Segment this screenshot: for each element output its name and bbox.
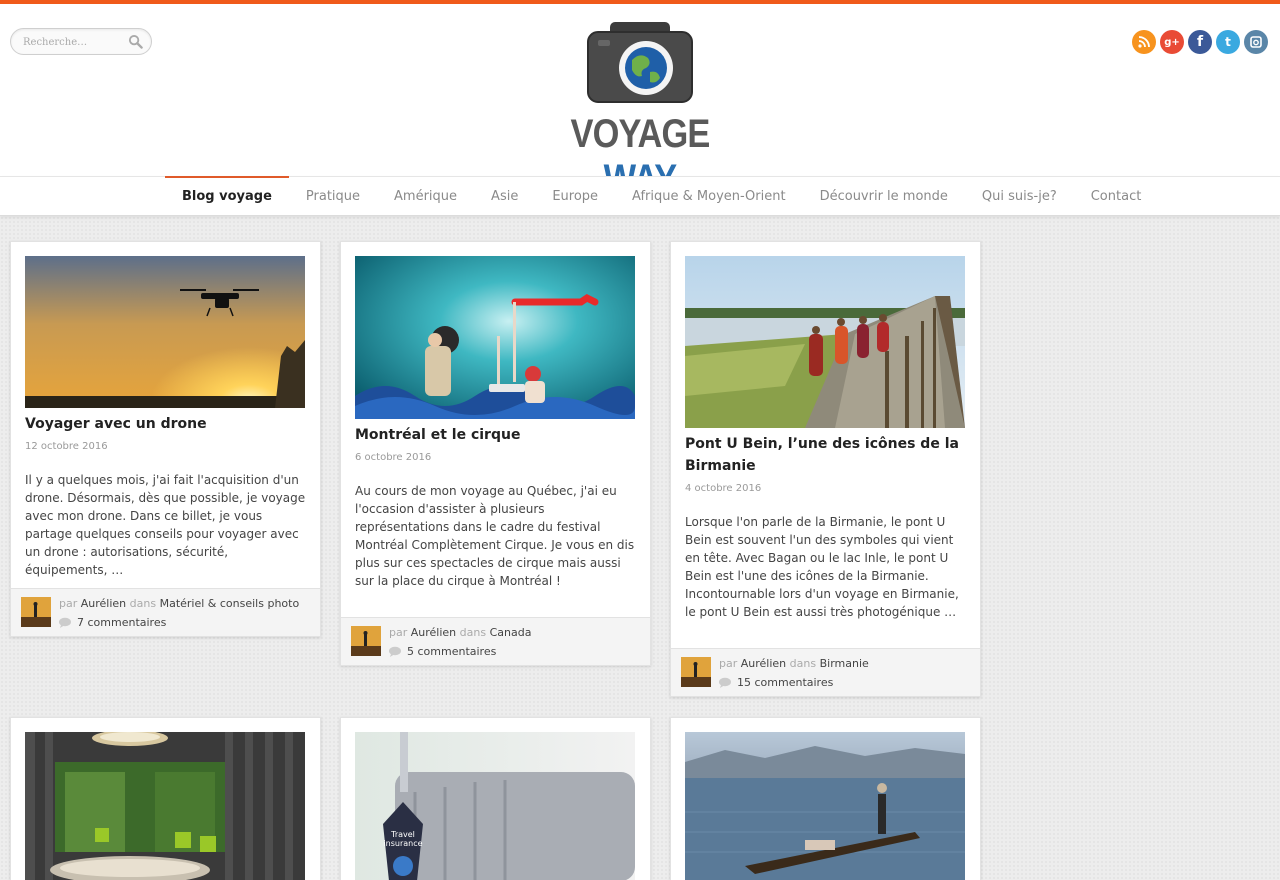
comments-link[interactable]: 7 commentaires [59, 616, 166, 629]
search-input[interactable] [23, 35, 131, 49]
nav-item-blog-voyage[interactable]: Blog voyage [165, 176, 289, 217]
post-image-inle-fisherman[interactable] [685, 732, 965, 880]
author-avatar[interactable] [21, 597, 51, 627]
nav-item-afrique-moyen-orient[interactable]: Afrique & Moyen-Orient [615, 177, 803, 217]
post-card: Montréal et le cirque 6 octobre 2016 Au … [340, 241, 651, 666]
comment-bubble-icon [59, 617, 71, 628]
post-card: Pont U Bein, l’une des icônes de la Birm… [670, 241, 981, 697]
comments-count: 7 commentaires [77, 616, 167, 629]
twitter-icon[interactable]: t [1216, 30, 1240, 54]
social-links: g+ f t [1132, 30, 1268, 54]
search-icon[interactable] [128, 34, 143, 49]
post-meta: par Aurélien dans Birmanie 15 commentair… [671, 648, 980, 696]
post-image-u-bein-bridge[interactable] [685, 256, 965, 428]
site-header: VOYAGE WAY g+ f t [0, 4, 1280, 201]
post-excerpt: Lorsque l'on parle de la Birmanie, le po… [685, 515, 959, 619]
byline-in: dans [129, 597, 157, 610]
comments-link[interactable]: 15 commentaires [719, 676, 833, 689]
post-byline: par Aurélien dans Matériel & conseils ph… [59, 597, 299, 610]
byline-in: dans [459, 626, 487, 639]
comments-link[interactable]: 5 commentaires [389, 645, 496, 658]
post-date: 12 octobre 2016 [25, 441, 108, 452]
post-excerpt: Au cours de mon voyage au Québec, j'ai e… [355, 484, 635, 588]
comments-count: 15 commentaires [737, 676, 834, 689]
search-box[interactable] [10, 28, 152, 55]
post-image-hotel-jacuzzi[interactable] [25, 732, 305, 880]
post-byline: par Aurélien dans Canada [389, 626, 531, 639]
nav-item-amerique[interactable]: Amérique [377, 177, 474, 217]
nav-item-contact[interactable]: Contact [1074, 177, 1159, 217]
instagram-icon[interactable] [1244, 30, 1268, 54]
category-link[interactable]: Birmanie [820, 657, 869, 670]
post-byline: par Aurélien dans Birmanie [719, 657, 869, 670]
insurance-tag-label: Travel insurance [383, 830, 423, 848]
post-card [10, 717, 321, 880]
post-excerpt: Il y a quelques mois, j'ai fait l'acquis… [25, 473, 306, 577]
post-title[interactable]: Montréal et le cirque [355, 424, 635, 446]
comment-bubble-icon [719, 677, 731, 688]
facebook-icon[interactable]: f [1188, 30, 1212, 54]
comment-bubble-icon [389, 646, 401, 657]
nav-item-pratique[interactable]: Pratique [289, 177, 377, 217]
author-link[interactable]: Aurélien [81, 597, 126, 610]
camera-globe-icon [587, 22, 693, 103]
author-link[interactable]: Aurélien [741, 657, 786, 670]
post-meta: par Aurélien dans Canada 5 commentaires [341, 617, 650, 665]
byline-prefix: par [389, 626, 408, 639]
nav-item-decouvrir-le-monde[interactable]: Découvrir le monde [803, 177, 965, 217]
logo-word-voyage: VOYAGE [570, 112, 711, 156]
byline-prefix: par [59, 597, 78, 610]
post-meta: par Aurélien dans Matériel & conseils ph… [11, 588, 320, 636]
category-link[interactable]: Canada [490, 626, 532, 639]
nav-item-qui-suis-je[interactable]: Qui suis-je? [965, 177, 1074, 217]
comments-count: 5 commentaires [407, 645, 497, 658]
main-nav: Blog voyage Pratique Amérique Asie Europ… [0, 176, 1280, 216]
category-link[interactable]: Matériel & conseils photo [160, 597, 300, 610]
post-title[interactable]: Voyager avec un drone [25, 413, 305, 435]
nav-item-europe[interactable]: Europe [535, 177, 615, 217]
author-avatar[interactable] [681, 657, 711, 687]
google-plus-icon[interactable]: g+ [1160, 30, 1184, 54]
author-link[interactable]: Aurélien [411, 626, 456, 639]
post-date: 4 octobre 2016 [685, 483, 762, 494]
byline-in: dans [789, 657, 817, 670]
post-image-drone-sunset[interactable] [25, 256, 305, 408]
rss-icon[interactable] [1132, 30, 1156, 54]
post-image-travel-insurance[interactable]: Travel insurance [355, 732, 635, 880]
byline-prefix: par [719, 657, 738, 670]
nav-item-asie[interactable]: Asie [474, 177, 535, 217]
post-card: Voyager avec un drone 12 octobre 2016 Il… [10, 241, 321, 637]
post-date: 6 octobre 2016 [355, 452, 432, 463]
site-logo[interactable]: VOYAGE WAY [540, 22, 740, 201]
post-title[interactable]: Pont U Bein, l’une des icônes de la Birm… [685, 433, 965, 477]
post-card [670, 717, 981, 880]
author-avatar[interactable] [351, 626, 381, 656]
post-image-circus[interactable] [355, 256, 635, 419]
post-card: Travel insurance [340, 717, 651, 880]
